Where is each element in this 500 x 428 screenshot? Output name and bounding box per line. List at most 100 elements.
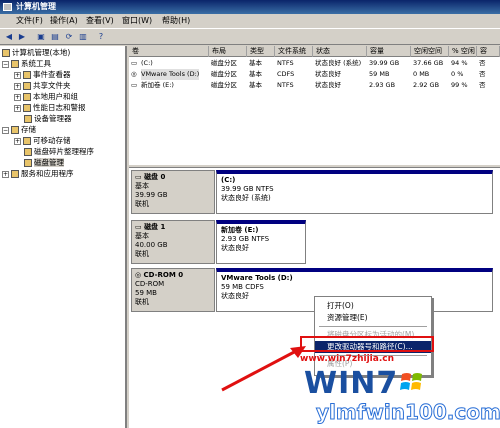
disk-icon: ▭	[135, 223, 145, 231]
tree-services[interactable]: + 服务和应用程序	[2, 168, 74, 179]
menu-file[interactable]: 文件(F)	[16, 16, 43, 26]
table-row[interactable]: ◎ VMware Tools (D:) 磁盘分区 基本 CDFS 状态良好 59…	[129, 69, 500, 80]
col-type[interactable]: 类型	[247, 46, 275, 57]
tree-system-tools[interactable]: − 系统工具	[2, 58, 51, 69]
tree-disk-management[interactable]: 磁盘管理	[24, 157, 64, 168]
users-icon	[23, 93, 31, 101]
help-icon[interactable]: ?	[96, 32, 106, 42]
cell-fs: NTFS	[277, 59, 294, 67]
partition[interactable]: (C:) 39.99 GB NTFS 状态良好 (系统)	[216, 170, 493, 214]
expand-icon[interactable]: +	[14, 137, 21, 145]
partition-size: 59 MB CDFS	[221, 283, 264, 291]
cell-fs: NTFS	[277, 81, 294, 89]
menu-view[interactable]: 查看(V)	[86, 16, 114, 26]
back-icon[interactable]: ◀	[4, 32, 14, 42]
col-filesystem[interactable]: 文件系统	[275, 46, 313, 57]
disk-state: 联机	[135, 200, 149, 208]
disk-size: 59 MB	[135, 289, 157, 297]
col-status[interactable]: 状态	[313, 46, 367, 57]
col-capacity[interactable]: 容量	[367, 46, 411, 57]
disk-kind: 基本	[135, 232, 149, 240]
cell-free: 37.66 GB	[413, 59, 444, 67]
services-icon	[11, 170, 19, 178]
disk-kind: 基本	[135, 182, 149, 190]
cell-status: 状态良好	[315, 70, 341, 78]
refresh-icon[interactable]: ⟳	[64, 32, 74, 42]
expand-icon[interactable]: +	[14, 93, 21, 101]
folder-icon	[23, 82, 31, 90]
col-fault-tolerance[interactable]: 容	[477, 46, 500, 57]
col-free[interactable]: 空闲空间	[411, 46, 449, 57]
expand-icon[interactable]: +	[14, 82, 21, 90]
console-tree: 计算机管理(本地) − 系统工具 + 事件查看器 + 共享文件夹 + 本地用户和组 + 性…	[0, 46, 127, 428]
menu-separator	[319, 326, 427, 327]
menu-item-explore[interactable]: 资源管理(E)	[315, 312, 431, 324]
cell-capacity: 39.99 GB	[369, 59, 400, 67]
table-row[interactable]: ▭ (C:) 磁盘分区 基本 NTFS 状态良好 (系统) 39.99 GB 3…	[129, 58, 500, 69]
cell-layout: 磁盘分区	[211, 70, 237, 78]
title-bar: 计算机管理	[0, 0, 500, 14]
tree-local-users[interactable]: + 本地用户和组	[14, 91, 78, 102]
menu-action[interactable]: 操作(A)	[50, 16, 78, 26]
expand-icon[interactable]: +	[14, 71, 21, 79]
up-icon[interactable]: ▣	[36, 32, 46, 42]
menu-help[interactable]: 帮助(H)	[162, 16, 190, 26]
cell-volume: 新加卷 (E:)	[141, 81, 174, 89]
tree-device-manager[interactable]: 设备管理器	[24, 113, 72, 124]
col-pct-free[interactable]: % 空闲	[449, 46, 477, 57]
tree-root[interactable]: 计算机管理(本地)	[2, 47, 70, 58]
forward-icon[interactable]: ▶	[17, 32, 27, 42]
collapse-icon[interactable]: −	[2, 126, 9, 134]
tree-event-viewer[interactable]: + 事件查看器	[14, 69, 71, 80]
tree-storage[interactable]: − 存储	[2, 124, 36, 135]
cell-capacity: 2.93 GB	[369, 81, 396, 89]
expand-icon[interactable]: +	[14, 104, 21, 112]
partition-name: VMware Tools (D:)	[221, 274, 293, 282]
disk-state: 联机	[135, 250, 149, 258]
partition[interactable]: 新加卷 (E:) 2.93 GB NTFS 状态良好	[216, 220, 306, 264]
highlight-box	[300, 336, 434, 352]
cell-free: 0 MB	[413, 70, 430, 78]
menu-item-open[interactable]: 打开(O)	[315, 300, 431, 312]
tree-removable-storage[interactable]: + 可移动存储	[14, 135, 71, 146]
cell-layout: 磁盘分区	[211, 59, 237, 67]
event-viewer-icon	[23, 71, 31, 79]
cell-free: 2.92 GB	[413, 81, 440, 89]
cell-pct: 94 %	[451, 59, 468, 67]
expand-icon[interactable]: +	[2, 170, 9, 178]
cell-type: 基本	[249, 70, 262, 78]
logo-text: WIN7	[304, 366, 399, 401]
cd-drive-icon: ◎	[131, 70, 137, 78]
partition-size: 2.93 GB NTFS	[221, 235, 270, 243]
properties-icon[interactable]: ▤	[50, 32, 60, 42]
cell-pct: 0 %	[451, 70, 464, 78]
col-layout[interactable]: 布局	[209, 46, 247, 57]
cell-ft: 否	[479, 70, 486, 78]
drive-icon: ▭	[131, 59, 138, 67]
storage-icon	[11, 126, 19, 134]
tree-perf-logs[interactable]: + 性能日志和警报	[14, 102, 86, 113]
disk-row: ▭ 磁盘 1 基本 40.00 GB 联机 新加卷 (E:) 2.93 GB N…	[129, 220, 500, 264]
tools-icon	[11, 60, 19, 68]
tree-defrag[interactable]: 磁盘碎片整理程序	[24, 146, 94, 157]
cell-layout: 磁盘分区	[211, 81, 237, 89]
cell-status: 状态良好	[315, 81, 341, 89]
removable-storage-icon	[23, 137, 31, 145]
cell-type: 基本	[249, 59, 262, 67]
export-icon[interactable]: ▥	[78, 32, 88, 42]
table-row[interactable]: ▭ 新加卷 (E:) 磁盘分区 基本 NTFS 状态良好 2.93 GB 2.9…	[129, 80, 500, 91]
cell-ft: 否	[479, 59, 486, 67]
disk-info[interactable]: ▭ 磁盘 0 基本 39.99 GB 联机	[131, 170, 215, 214]
cell-status: 状态良好 (系统)	[315, 59, 362, 67]
collapse-icon[interactable]: −	[2, 60, 9, 68]
col-volume[interactable]: 卷	[129, 46, 209, 57]
menu-window[interactable]: 窗口(W)	[122, 16, 152, 26]
volume-list: 卷 布局 类型 文件系统 状态 容量 空闲空间 % 空闲 容 ▭ (C:) 磁盘…	[129, 46, 500, 164]
disk-info[interactable]: ▭ 磁盘 1 基本 40.00 GB 联机	[131, 220, 215, 264]
cd-drive-icon: ◎	[135, 271, 144, 279]
tree-shared-folders[interactable]: + 共享文件夹	[14, 80, 71, 91]
watermark-site: ylmfwin100.com	[316, 400, 500, 425]
disk-row: ▭ 磁盘 0 基本 39.99 GB 联机 (C:) 39.99 GB NTFS…	[129, 170, 500, 214]
disk-info[interactable]: ◎ CD-ROM 0 CD-ROM 59 MB 联机	[131, 268, 215, 312]
partition-size: 39.99 GB NTFS	[221, 185, 274, 193]
